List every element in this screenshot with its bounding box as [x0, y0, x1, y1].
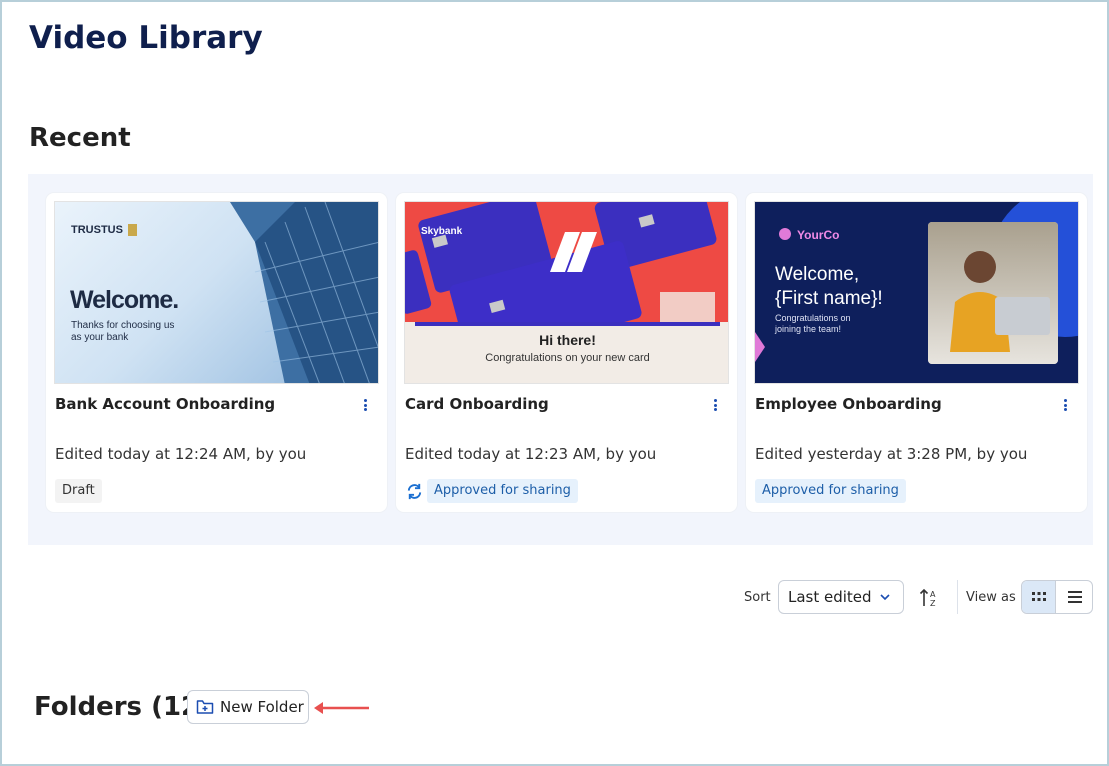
status-badge: Approved for sharing: [427, 479, 578, 503]
video-thumbnail[interactable]: Skybank Hi there! Congratulations on you…: [404, 201, 729, 384]
sort-direction-icon[interactable]: A Z: [919, 588, 941, 608]
thumbnail-subtitle-2: joining the team!: [775, 324, 842, 334]
more-options-icon[interactable]: [709, 397, 721, 413]
card-title: Employee Onboarding: [755, 395, 942, 413]
sort-select[interactable]: Last edited: [778, 580, 904, 614]
list-view-button[interactable]: [1057, 581, 1092, 613]
thumbnail-headline: Welcome.: [70, 286, 179, 314]
annotation-arrow-icon: [314, 702, 369, 714]
new-folder-button[interactable]: New Folder: [187, 690, 309, 724]
folders-section-title: Folders (12): [34, 692, 212, 722]
recent-section-title: Recent: [29, 123, 131, 153]
thumbnail-subtitle-2: as your bank: [71, 332, 129, 343]
folder-plus-icon: [196, 700, 214, 714]
video-card-card-onboarding[interactable]: Skybank Hi there! Congratulations on you…: [396, 193, 737, 512]
card-edited-meta: Edited today at 12:23 AM, by you: [405, 445, 657, 463]
video-thumbnail[interactable]: TRUSTUS Welcome. Thanks for choosing us …: [54, 201, 379, 384]
sync-icon: [407, 483, 422, 500]
grid-icon: [1031, 592, 1046, 601]
new-folder-label: New Folder: [220, 698, 304, 716]
card-edited-meta: Edited today at 12:24 AM, by you: [55, 445, 307, 463]
status-badge: Approved for sharing: [755, 479, 906, 503]
view-toggle: [1021, 580, 1093, 614]
thumbnail-headline-2: {First name}!: [775, 288, 883, 309]
more-options-icon[interactable]: [359, 397, 371, 413]
svg-text:Z: Z: [930, 599, 936, 608]
grid-view-button[interactable]: [1022, 581, 1056, 613]
more-options-icon[interactable]: [1059, 397, 1071, 413]
thumbnail-subtitle-1: Congratulations on: [775, 313, 851, 323]
video-card-bank-account-onboarding[interactable]: TRUSTUS Welcome. Thanks for choosing us …: [46, 193, 387, 512]
list-icon: [1068, 591, 1082, 603]
svg-text:A: A: [930, 590, 936, 599]
thumbnail-subtitle: Congratulations on your new card: [485, 352, 650, 364]
thumbnail-brand: Skybank: [421, 226, 463, 237]
thumbnail-brand: YourCo: [797, 228, 840, 242]
video-card-employee-onboarding[interactable]: YourCo Welcome, {First name}! Congratula…: [746, 193, 1087, 512]
recent-panel: TRUSTUS Welcome. Thanks for choosing us …: [28, 174, 1093, 545]
view-as-label: View as: [966, 590, 1016, 605]
thumbnail-brand: TRUSTUS: [71, 224, 123, 236]
thumbnail-headline: Hi there!: [539, 332, 596, 348]
status-badge: Draft: [55, 479, 102, 503]
trustus-logo-mark: [128, 224, 137, 236]
card-edited-meta: Edited yesterday at 3:28 PM, by you: [755, 445, 1028, 463]
video-thumbnail[interactable]: YourCo Welcome, {First name}! Congratula…: [754, 201, 1079, 384]
page-title: Video Library: [29, 20, 263, 56]
sort-select-value: Last edited: [788, 588, 872, 606]
thumbnail-headline-1: Welcome,: [775, 264, 860, 285]
card-title: Bank Account Onboarding: [55, 395, 276, 413]
card-title: Card Onboarding: [405, 395, 549, 413]
sort-label: Sort: [744, 590, 771, 605]
thumbnail-subtitle-1: Thanks for choosing us: [71, 320, 175, 331]
chevron-down-icon: [880, 594, 890, 601]
toolbar-divider: [957, 580, 958, 614]
